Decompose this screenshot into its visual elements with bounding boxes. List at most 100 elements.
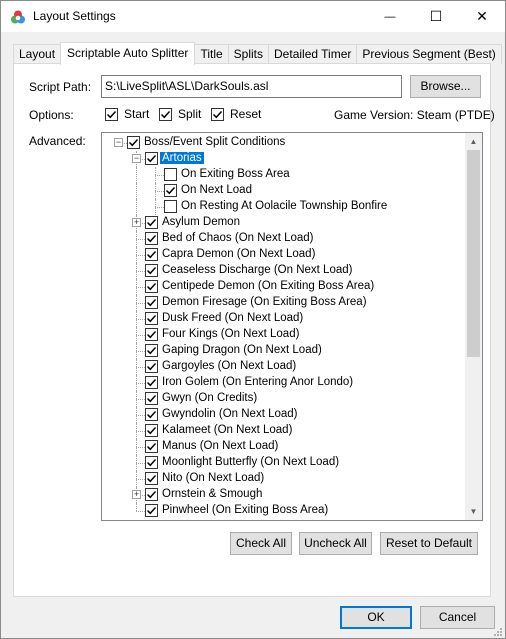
tree-item[interactable]: Gwyndolin (On Next Load)	[102, 407, 463, 423]
tree-item-checkbox[interactable]	[145, 440, 158, 453]
tree-item-checkbox[interactable]	[145, 504, 158, 517]
tree-item-checkbox[interactable]	[164, 168, 177, 181]
tree-item-checkbox[interactable]	[145, 392, 158, 405]
tree-scrollbar[interactable]: ▲ ▼	[465, 133, 482, 520]
checkmark-icon	[160, 110, 171, 118]
tree-item-checkbox[interactable]	[145, 424, 158, 437]
reset-checkbox[interactable]	[211, 107, 224, 121]
tree-item-checkbox[interactable]	[145, 280, 158, 293]
scroll-down-arrow-icon[interactable]: ▼	[465, 503, 482, 520]
tree-item-label: Manus (On Next Load)	[162, 440, 279, 452]
tree-item[interactable]: Demon Firesage (On Exiting Boss Area)	[102, 295, 463, 311]
tree-item-label: Capra Demon (On Next Load)	[162, 248, 316, 260]
checkmark-icon	[212, 110, 223, 118]
tree-item-checkbox[interactable]	[145, 232, 158, 245]
tree-item-checkbox[interactable]	[145, 296, 158, 309]
ok-button[interactable]: OK	[340, 606, 412, 629]
checkmark-icon	[146, 458, 157, 467]
tree-item-label: Demon Firesage (On Exiting Boss Area)	[162, 296, 367, 308]
tree-item[interactable]: Dusk Freed (On Next Load)	[102, 311, 463, 327]
scroll-up-arrow-icon[interactable]: ▲	[465, 133, 482, 150]
tree-item[interactable]: Bed of Chaos (On Next Load)	[102, 231, 463, 247]
script-path-input[interactable]: S:\LiveSplit\ASL\DarkSouls.asl	[101, 75, 402, 98]
tree-item-checkbox[interactable]	[145, 328, 158, 341]
cancel-button[interactable]: Cancel	[420, 606, 495, 629]
scroll-thumb[interactable]	[467, 150, 480, 357]
tree-item[interactable]: − Boss/Event Split Conditions	[102, 135, 463, 151]
tree-item-label: Ornstein & Smough	[162, 488, 263, 500]
advanced-label: Advanced:	[29, 134, 86, 148]
tree-item-checkbox[interactable]	[145, 456, 158, 469]
tree-item[interactable]: Gargoyles (On Next Load)	[102, 359, 463, 375]
settings-tree[interactable]: − Boss/Event Split Conditions − Artorias On …	[101, 132, 483, 521]
tree-item-checkbox[interactable]	[145, 248, 158, 261]
tree-item[interactable]: Manus (On Next Load)	[102, 439, 463, 455]
tree-item-checkbox[interactable]	[145, 488, 158, 501]
tree-item[interactable]: Iron Golem (On Entering Anor Londo)	[102, 375, 463, 391]
tree-item-checkbox[interactable]	[145, 312, 158, 325]
checkmark-icon	[146, 250, 157, 259]
tree-item-label: On Next Load	[181, 184, 252, 196]
tree-item[interactable]: Four Kings (On Next Load)	[102, 327, 463, 343]
checkmark-icon	[146, 506, 157, 515]
tree-item[interactable]: Centipede Demon (On Exiting Boss Area)	[102, 279, 463, 295]
tree-item-checkbox[interactable]	[164, 200, 177, 213]
resize-grip-icon[interactable]	[493, 627, 503, 637]
checkmark-icon	[128, 138, 139, 147]
tree-item-label: Boss/Event Split Conditions	[144, 136, 286, 148]
checkmark-icon	[165, 186, 176, 195]
tree-item[interactable]: + Ornstein & Smough	[102, 487, 463, 503]
checkmark-icon	[146, 154, 157, 163]
tree-item[interactable]: Gaping Dragon (On Next Load)	[102, 343, 463, 359]
tree-item-label: Iron Golem (On Entering Anor Londo)	[162, 376, 354, 388]
expand-icon[interactable]: +	[132, 218, 141, 227]
option-split[interactable]: Split	[159, 107, 201, 121]
tree-item[interactable]: + Asylum Demon	[102, 215, 463, 231]
tree-item[interactable]: On Resting At Oolacile Township Bonfire	[102, 199, 463, 215]
browse-button[interactable]: Browse...	[410, 75, 481, 98]
tree-item-checkbox[interactable]	[145, 408, 158, 421]
tree-item-checkbox[interactable]	[145, 344, 158, 357]
split-label: Split	[178, 107, 202, 121]
tree-item-label: Pinwheel (On Exiting Boss Area)	[162, 504, 329, 516]
reset-to-default-button[interactable]: Reset to Default	[380, 532, 478, 555]
tree-item-label: Centipede Demon (On Exiting Boss Area)	[162, 280, 375, 292]
checkmark-icon	[146, 282, 157, 291]
tree-item[interactable]: Pinwheel (On Exiting Boss Area)	[102, 503, 463, 519]
collapse-icon[interactable]: −	[114, 138, 123, 147]
tree-item[interactable]: Capra Demon (On Next Load)	[102, 247, 463, 263]
tree-item[interactable]: On Exiting Boss Area	[102, 167, 463, 183]
tree-item-checkbox[interactable]	[145, 216, 158, 229]
checkmark-icon	[146, 474, 157, 483]
tree-item[interactable]: Ceaseless Discharge (On Next Load)	[102, 263, 463, 279]
check-all-button[interactable]: Check All	[230, 532, 292, 555]
tree-item[interactable]: − Artorias	[102, 151, 463, 167]
checkmark-icon	[146, 394, 157, 403]
panel-content: Script Path: S:\LiveSplit\ASL\DarkSouls.…	[1, 1, 506, 639]
tree-item[interactable]: On Next Load	[102, 183, 463, 199]
checkmark-icon	[146, 378, 157, 387]
tree-item-checkbox[interactable]	[164, 184, 177, 197]
uncheck-all-button[interactable]: Uncheck All	[299, 532, 372, 555]
tree-item[interactable]: Kalameet (On Next Load)	[102, 423, 463, 439]
tree-item[interactable]: Moonlight Butterfly (On Next Load)	[102, 455, 463, 471]
tree-item-checkbox[interactable]	[145, 360, 158, 373]
tree-item-label: Bed of Chaos (On Next Load)	[162, 232, 314, 244]
tree-item-checkbox[interactable]	[145, 376, 158, 389]
collapse-icon[interactable]: −	[132, 154, 141, 163]
expand-icon[interactable]: +	[132, 490, 141, 499]
option-start[interactable]: Start	[105, 107, 149, 121]
checkmark-icon	[146, 346, 157, 355]
checkmark-icon	[146, 362, 157, 371]
option-reset[interactable]: Reset	[211, 107, 261, 121]
tree-item-label: Four Kings (On Next Load)	[162, 328, 300, 340]
tree-item-checkbox[interactable]	[127, 136, 140, 149]
tree-item-checkbox[interactable]	[145, 152, 158, 165]
split-checkbox[interactable]	[159, 107, 172, 121]
tree-item[interactable]: Nito (On Next Load)	[102, 471, 463, 487]
start-checkbox[interactable]	[105, 107, 118, 121]
game-version-label: Game Version: Steam (PTDE)	[334, 108, 495, 122]
tree-item[interactable]: Gwyn (On Credits)	[102, 391, 463, 407]
tree-item-checkbox[interactable]	[145, 264, 158, 277]
tree-item-checkbox[interactable]	[145, 472, 158, 485]
